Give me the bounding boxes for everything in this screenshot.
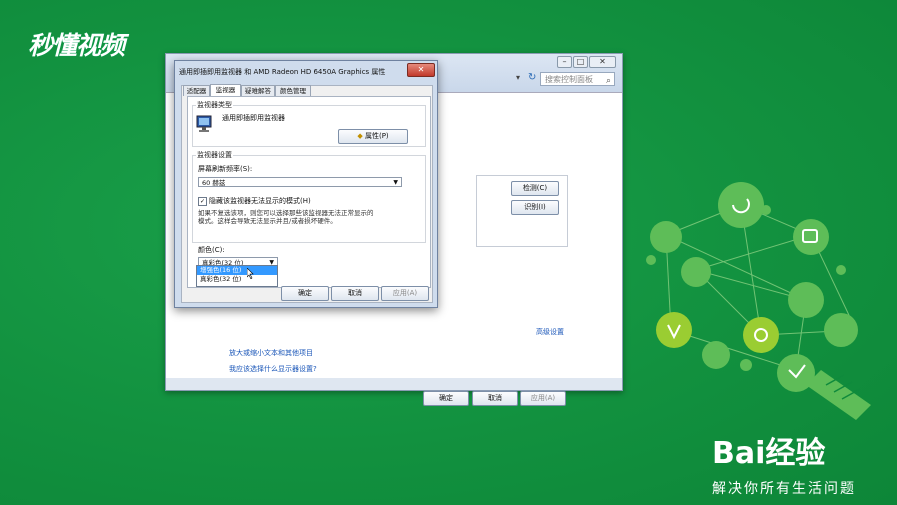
dialog-cancel-button[interactable]: 取消 — [331, 286, 379, 301]
colors-option-32bit[interactable]: 真彩色(32 位) — [197, 275, 277, 284]
hide-modes-checkbox[interactable]: ✓ — [198, 197, 207, 206]
properties-button[interactable]: ◆ 属性(P) — [338, 129, 408, 144]
monitor-settings-label: 监视器设置 — [196, 150, 233, 160]
detect-button[interactable]: 检测(C) — [511, 181, 559, 196]
hide-modes-label: 隐藏该监视器无法显示的模式(H) — [209, 197, 311, 205]
back-cancel-button[interactable]: 取消 — [472, 391, 518, 406]
identify-button[interactable]: 识别(I) — [511, 200, 559, 215]
chevron-down-icon: ▼ — [393, 179, 398, 186]
dialog-close-button[interactable]: ✕ — [407, 63, 435, 77]
dialog-ok-button[interactable]: 确定 — [281, 286, 329, 301]
window-close-button[interactable]: ✕ — [589, 56, 616, 68]
search-input[interactable]: 搜索控制面板 ⌕ — [540, 72, 615, 86]
baidu-slogan: 解决你所有生活问题 — [712, 481, 856, 497]
help-settings-link[interactable]: 我应该选择什么显示器设置? — [229, 364, 317, 374]
colors-option-16bit[interactable]: 增强色(16 位) — [197, 266, 277, 275]
text-size-link[interactable]: 放大或缩小文本和其他项目 — [229, 348, 313, 358]
tab-color-management[interactable]: 颜色管理 — [275, 85, 311, 96]
lightbulb-illustration — [646, 182, 871, 420]
minimize-button[interactable]: – — [557, 56, 572, 68]
properties-button-label: 属性(P) — [364, 132, 389, 140]
video-logo: 秒懂视频 — [28, 31, 125, 60]
tab-troubleshoot[interactable]: 疑难解答 — [241, 85, 275, 96]
search-placeholder: 搜索控制面板 — [545, 75, 593, 84]
refresh-icon[interactable]: ↻ — [528, 72, 536, 83]
shield-icon: ◆ — [357, 132, 363, 140]
monitor-type-label: 监视器类型 — [196, 100, 233, 110]
back-apply-button[interactable]: 应用(A) — [520, 391, 566, 406]
advanced-settings-link[interactable]: 高级设置 — [536, 327, 564, 337]
chevron-down-icon[interactable]: ▾ — [516, 73, 520, 82]
tab-adapter[interactable]: 适配器 — [183, 85, 210, 96]
refresh-rate-label: 屏幕刷新频率(S): — [198, 165, 253, 173]
hide-modes-description-2: 模式。这样会导致无法显示并且/或者损坏硬件。 — [198, 217, 337, 225]
dialog-title: 通用即插即用监视器 和 AMD Radeon HD 6450A Graphics… — [179, 68, 386, 76]
colors-dropdown-list: 增强色(16 位) 真彩色(32 位) — [196, 265, 278, 287]
mouse-cursor-icon — [247, 268, 254, 279]
refresh-rate-value: 60 赫兹 — [202, 179, 226, 187]
search-icon: ⌕ — [605, 76, 611, 86]
back-ok-button[interactable]: 确定 — [423, 391, 469, 406]
monitor-name: 通用即插即用监视器 — [222, 114, 285, 122]
baidu-logo: Bai经验 — [712, 436, 826, 471]
refresh-rate-select[interactable]: 60 赫兹 ▼ — [198, 177, 402, 187]
monitor-icon — [196, 115, 212, 132]
dialog-apply-button[interactable]: 应用(A) — [381, 286, 429, 301]
maximize-button[interactable]: □ — [573, 56, 588, 68]
monitor-tab-page: 监视器类型 通用即插即用监视器 ◆ 属性(P) 监视器设置 屏幕刷新频率(S):… — [187, 96, 431, 288]
baidu-jingyan-watermark: Bai经验 解决你所有生活问题 — [712, 438, 856, 498]
colors-label: 颜色(C): — [198, 246, 225, 254]
